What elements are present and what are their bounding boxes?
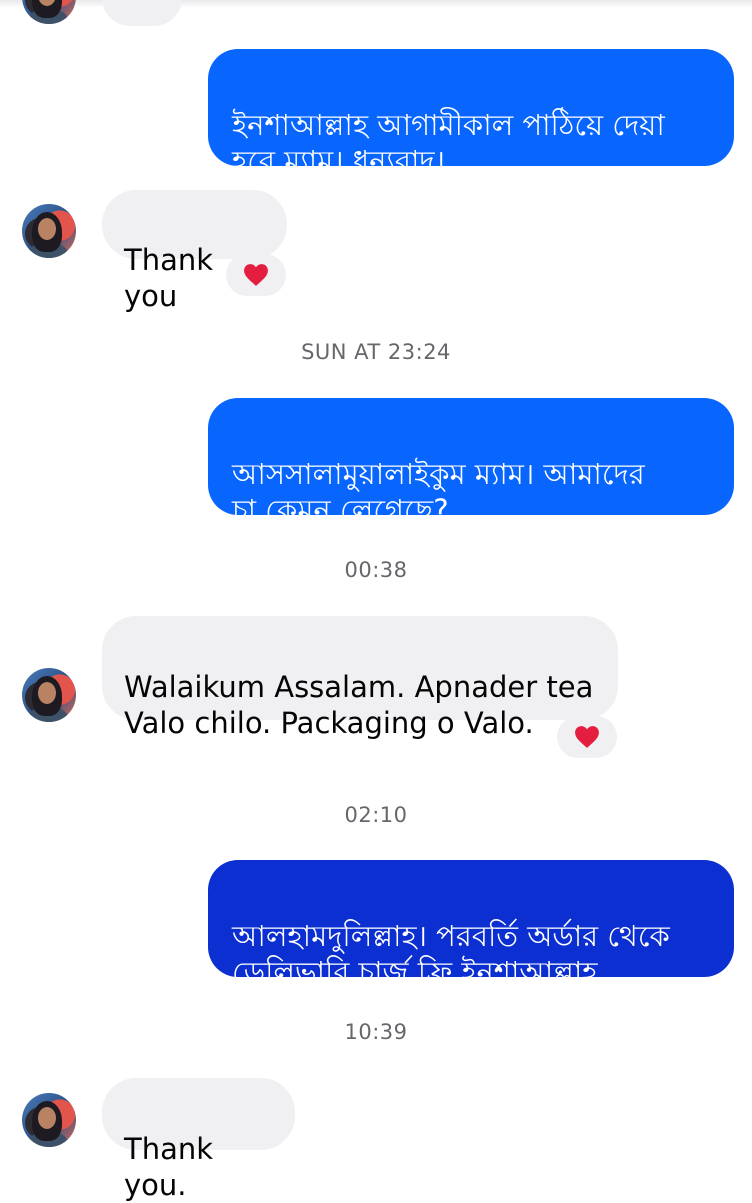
message-reaction[interactable] bbox=[226, 254, 286, 296]
contact-avatar[interactable] bbox=[22, 0, 76, 24]
message-reaction[interactable] bbox=[557, 716, 617, 758]
incoming-message[interactable]: Thank you. bbox=[102, 1078, 295, 1202]
message-text: Thank you. bbox=[124, 1132, 214, 1202]
contact-avatar[interactable] bbox=[22, 204, 76, 258]
incoming-message[interactable]: Walaikum Assalam. Apnader tea Valo chilo… bbox=[102, 616, 618, 740]
timestamp: SUN AT 23:24 bbox=[301, 340, 451, 364]
timestamp: 00:38 bbox=[344, 558, 408, 582]
contact-avatar[interactable] bbox=[22, 668, 76, 722]
incoming-message[interactable]: Thank you bbox=[102, 190, 287, 313]
message-text: Thank you bbox=[124, 243, 214, 313]
incoming-message-partial[interactable] bbox=[102, 0, 182, 26]
message-text: আসসালামুয়ালাইকুম ম্যাম। আমাদের চা কেমন … bbox=[232, 457, 645, 527]
message-text: ইনশাআল্লাহ আগামীকাল পাঠিয়ে দেয়া হবে ম্… bbox=[232, 108, 665, 178]
timestamp: 02:10 bbox=[344, 803, 408, 827]
heart-icon bbox=[244, 264, 268, 286]
timestamp: 10:39 bbox=[344, 1020, 408, 1044]
contact-avatar[interactable] bbox=[22, 1093, 76, 1147]
outgoing-message[interactable]: আসসালামুয়ালাইকুম ম্যাম। আমাদের চা কেমন … bbox=[208, 398, 734, 527]
outgoing-message[interactable]: আলহামদুলিল্লাহ। পরবর্তি অর্ডার থেকে ডেলি… bbox=[208, 860, 734, 989]
message-text: Walaikum Assalam. Apnader tea Valo chilo… bbox=[124, 670, 594, 740]
heart-icon bbox=[575, 726, 599, 748]
message-text: আলহামদুলিল্লাহ। পরবর্তি অর্ডার থেকে ডেলি… bbox=[232, 919, 670, 989]
outgoing-message[interactable]: ইনশাআল্লাহ আগামীকাল পাঠিয়ে দেয়া হবে ম্… bbox=[208, 49, 734, 178]
